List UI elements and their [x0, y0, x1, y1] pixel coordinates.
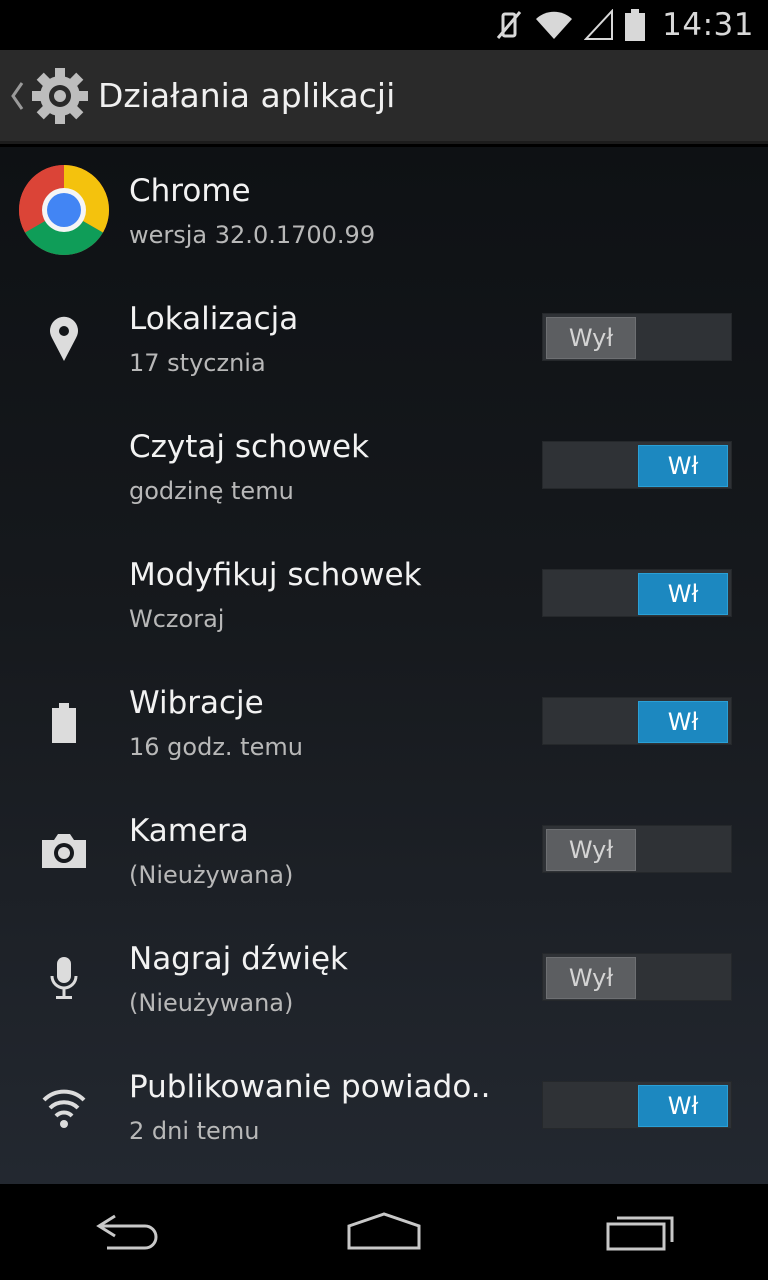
modify-clipboard-toggle[interactable]: Wł: [542, 569, 732, 617]
battery-vibrate-icon: [32, 693, 96, 753]
recents-nav-icon[interactable]: [580, 1197, 700, 1267]
microphone-icon: [32, 949, 96, 1009]
record-audio-toggle[interactable]: Wył: [542, 953, 732, 1001]
permission-row-post-notifications: Publikowanie powiado.. 2 dni temu Wł: [0, 1043, 768, 1171]
wifi-icon: [534, 9, 574, 41]
permission-row-read-clipboard: Czytaj schowek godzinę temu Wł: [0, 403, 768, 531]
toggle-label: Wył: [546, 317, 636, 359]
home-nav-icon[interactable]: [324, 1197, 444, 1267]
toggle-label: Wł: [638, 701, 728, 743]
permission-subtitle: (Nieużywana): [129, 861, 294, 889]
location-pin-icon: [32, 309, 96, 369]
notification-wifi-icon: [32, 1077, 96, 1137]
permission-row-vibration: Wibracje 16 godz. temu Wł: [0, 659, 768, 787]
permission-subtitle: 16 godz. temu: [129, 733, 303, 761]
toggle-label: Wł: [638, 445, 728, 487]
permission-row-location: Lokalizacja 17 stycznia Wył: [0, 275, 768, 403]
navigation-bar: [0, 1184, 768, 1280]
app-header: Chrome wersja 32.0.1700.99: [0, 147, 768, 275]
permission-subtitle: Wczoraj: [129, 605, 225, 633]
read-clipboard-toggle[interactable]: Wł: [542, 441, 732, 489]
toggle-label: Wł: [638, 573, 728, 615]
permissions-list: Chrome wersja 32.0.1700.99 Lokalizacja 1…: [0, 147, 768, 1184]
permission-row-camera: Kamera (Nieużywana) Wył: [0, 787, 768, 915]
status-bar: 14:31: [0, 0, 768, 50]
camera-toggle[interactable]: Wył: [542, 825, 732, 873]
permission-title: Wibracje: [129, 685, 264, 721]
permission-subtitle: godzinę temu: [129, 477, 294, 505]
permission-title: Kamera: [129, 813, 249, 849]
permission-title: Modyfikuj schowek: [129, 557, 422, 593]
battery-icon: [624, 8, 646, 42]
location-toggle[interactable]: Wył: [542, 313, 732, 361]
permission-title: Nagraj dźwięk: [129, 941, 349, 977]
action-bar: Działania aplikacji: [0, 50, 768, 144]
back-nav-icon[interactable]: [68, 1197, 188, 1267]
vibration-toggle[interactable]: Wł: [542, 697, 732, 745]
permission-row-modify-clipboard: Modyfikuj schowek Wczoraj Wł: [0, 531, 768, 659]
permission-title: Publikowanie powiado..: [129, 1069, 491, 1105]
toggle-label: Wył: [546, 957, 636, 999]
chrome-logo-icon: [18, 164, 110, 256]
status-time: 14:31: [662, 7, 754, 43]
chevron-left-icon[interactable]: [4, 81, 30, 111]
permission-subtitle: 17 stycznia: [129, 349, 266, 377]
permission-title: Czytaj schowek: [129, 429, 370, 465]
permission-subtitle: 2 dni temu: [129, 1117, 260, 1145]
app-version: wersja 32.0.1700.99: [129, 221, 376, 249]
permission-row-record-audio: Nagraj dźwięk (Nieużywana) Wył: [0, 915, 768, 1043]
signal-icon: [584, 9, 614, 41]
post-notifications-toggle[interactable]: Wł: [542, 1081, 732, 1129]
toggle-label: Wył: [546, 829, 636, 871]
vibrate-muted-icon: [494, 8, 524, 42]
permission-subtitle: (Nieużywana): [129, 989, 294, 1017]
camera-icon: [32, 821, 96, 881]
gear-icon[interactable]: [28, 64, 92, 128]
permission-title: Lokalizacja: [129, 301, 299, 337]
toggle-label: Wł: [638, 1085, 728, 1127]
app-name: Chrome: [129, 173, 251, 209]
page-title: Działania aplikacji: [98, 76, 396, 115]
